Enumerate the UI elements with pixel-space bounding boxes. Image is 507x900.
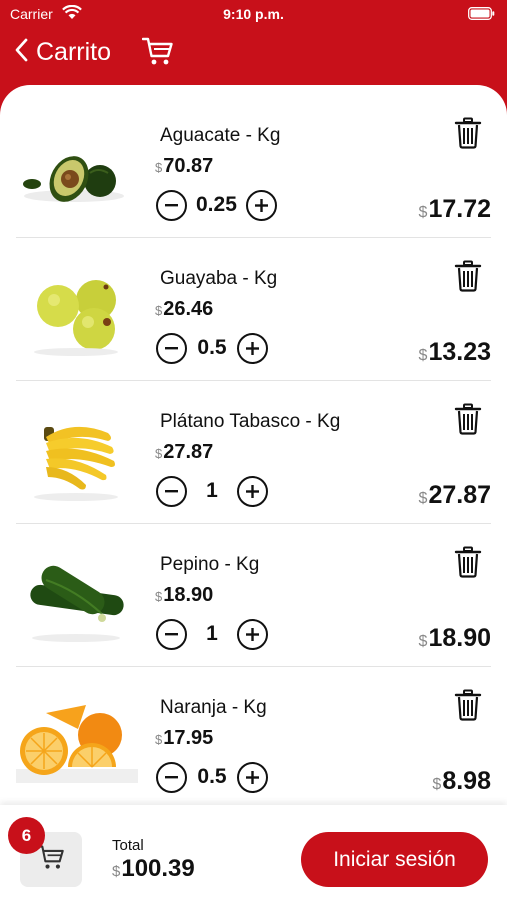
item-name: Guayaba - Kg (160, 268, 278, 289)
battery-icon (468, 7, 495, 23)
cucumber-image (16, 540, 138, 652)
trash-icon[interactable] (454, 403, 482, 435)
quantity-stepper: 1 (156, 618, 268, 650)
trash-icon[interactable] (454, 689, 482, 721)
item-subtotal: $13.23 (418, 338, 491, 366)
item-name: Plátano Tabasco - Kg (160, 411, 341, 432)
quantity-value: 0.5 (197, 336, 227, 359)
decrease-button[interactable] (156, 189, 187, 221)
nav-bar: Carrito (0, 28, 507, 76)
trash-icon[interactable] (454, 546, 482, 578)
increase-button[interactable] (237, 761, 268, 793)
checkout-footer: 6 Total $100.39 Iniciar sesión (0, 805, 507, 900)
decrease-button[interactable] (156, 761, 187, 793)
avocado-image (16, 111, 138, 223)
total-value: $100.39 (112, 855, 195, 882)
increase-button[interactable] (237, 618, 268, 650)
back-button[interactable]: Carrito (14, 34, 111, 70)
chevron-left-icon (14, 38, 28, 67)
cart-icon (141, 36, 174, 71)
status-bar: Carrier 9:10 p.m. (0, 0, 507, 28)
item-price: $26.46 (155, 298, 214, 320)
item-subtotal: $18.90 (418, 624, 491, 652)
trash-icon[interactable] (454, 117, 482, 149)
quantity-stepper: 1 (156, 475, 268, 507)
item-name: Pepino - Kg (160, 554, 260, 575)
decrease-button[interactable] (156, 332, 187, 364)
item-price: $17.95 (155, 727, 214, 749)
quantity-value: 1 (206, 622, 218, 645)
total-label: Total (112, 837, 144, 854)
item-price: $70.87 (155, 155, 214, 177)
increase-button[interactable] (237, 332, 268, 364)
cart-item: Naranja - Kg $17.95 0.5 $8.98 (0, 667, 507, 805)
item-name: Naranja - Kg (160, 697, 267, 718)
increase-button[interactable] (245, 189, 277, 221)
quantity-value: 0.25 (196, 193, 237, 216)
quantity-stepper: 0.25 (156, 189, 277, 221)
quantity-value: 1 (206, 479, 218, 502)
item-price: $18.90 (155, 584, 214, 606)
quantity-stepper: 0.5 (156, 332, 268, 364)
item-name: Aguacate - Kg (160, 125, 281, 146)
banana-image (16, 397, 138, 509)
item-subtotal: $8.98 (432, 767, 491, 795)
item-price: $27.87 (155, 441, 214, 463)
login-button[interactable]: Iniciar sesión (301, 832, 488, 887)
quantity-stepper: 0.5 (156, 761, 268, 793)
decrease-button[interactable] (156, 618, 187, 650)
item-subtotal: $27.87 (418, 481, 491, 509)
cart-list: Aguacate - Kg $70.87 0.25 $17.72 Guayaba… (0, 85, 507, 805)
item-subtotal: $17.72 (418, 195, 491, 223)
cart-count-badge: 6 (8, 817, 45, 854)
trash-icon[interactable] (454, 260, 482, 292)
decrease-button[interactable] (156, 475, 187, 507)
cart-icon (36, 844, 65, 875)
cart-item: Plátano Tabasco - Kg $27.87 1 $27.87 (0, 381, 507, 524)
cart-item: Pepino - Kg $18.90 1 $18.90 (0, 524, 507, 667)
page-title: Carrito (36, 37, 112, 66)
increase-button[interactable] (237, 475, 268, 507)
status-time: 9:10 p.m. (223, 6, 284, 22)
orange-image (16, 683, 138, 795)
cart-item: Guayaba - Kg $26.46 0.5 $13.23 (0, 238, 507, 381)
guava-image (16, 254, 138, 366)
quantity-value: 0.5 (197, 765, 227, 788)
cart-item: Aguacate - Kg $70.87 0.25 $17.72 (0, 95, 507, 238)
